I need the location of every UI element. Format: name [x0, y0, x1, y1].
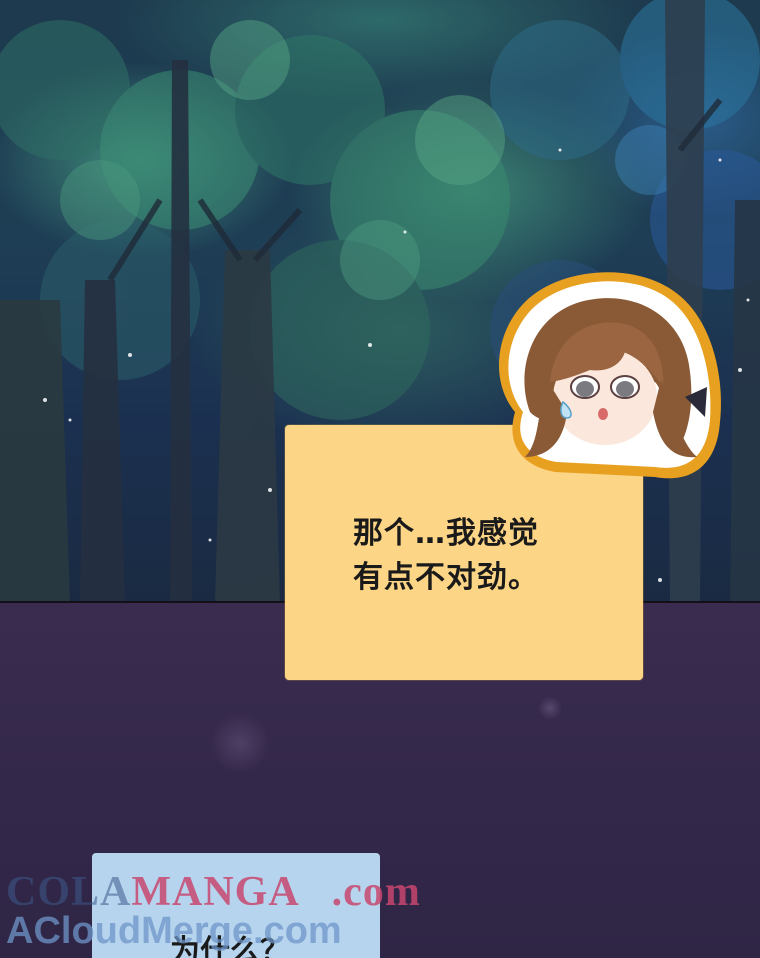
dialogue-line-2: 有点不对劲。 [353, 560, 539, 595]
reply-text: 为什么？ [170, 934, 290, 958]
dialogue-line-1: 那个…我感觉 [353, 516, 539, 551]
dialogue-text: 那个…我感觉 有点不对劲。 [353, 512, 613, 600]
comic-page: 那个…我感觉 有点不对劲。 为什么？ COLAMANGA .com ACloud… [0, 0, 760, 958]
character-portrait [498, 272, 721, 479]
